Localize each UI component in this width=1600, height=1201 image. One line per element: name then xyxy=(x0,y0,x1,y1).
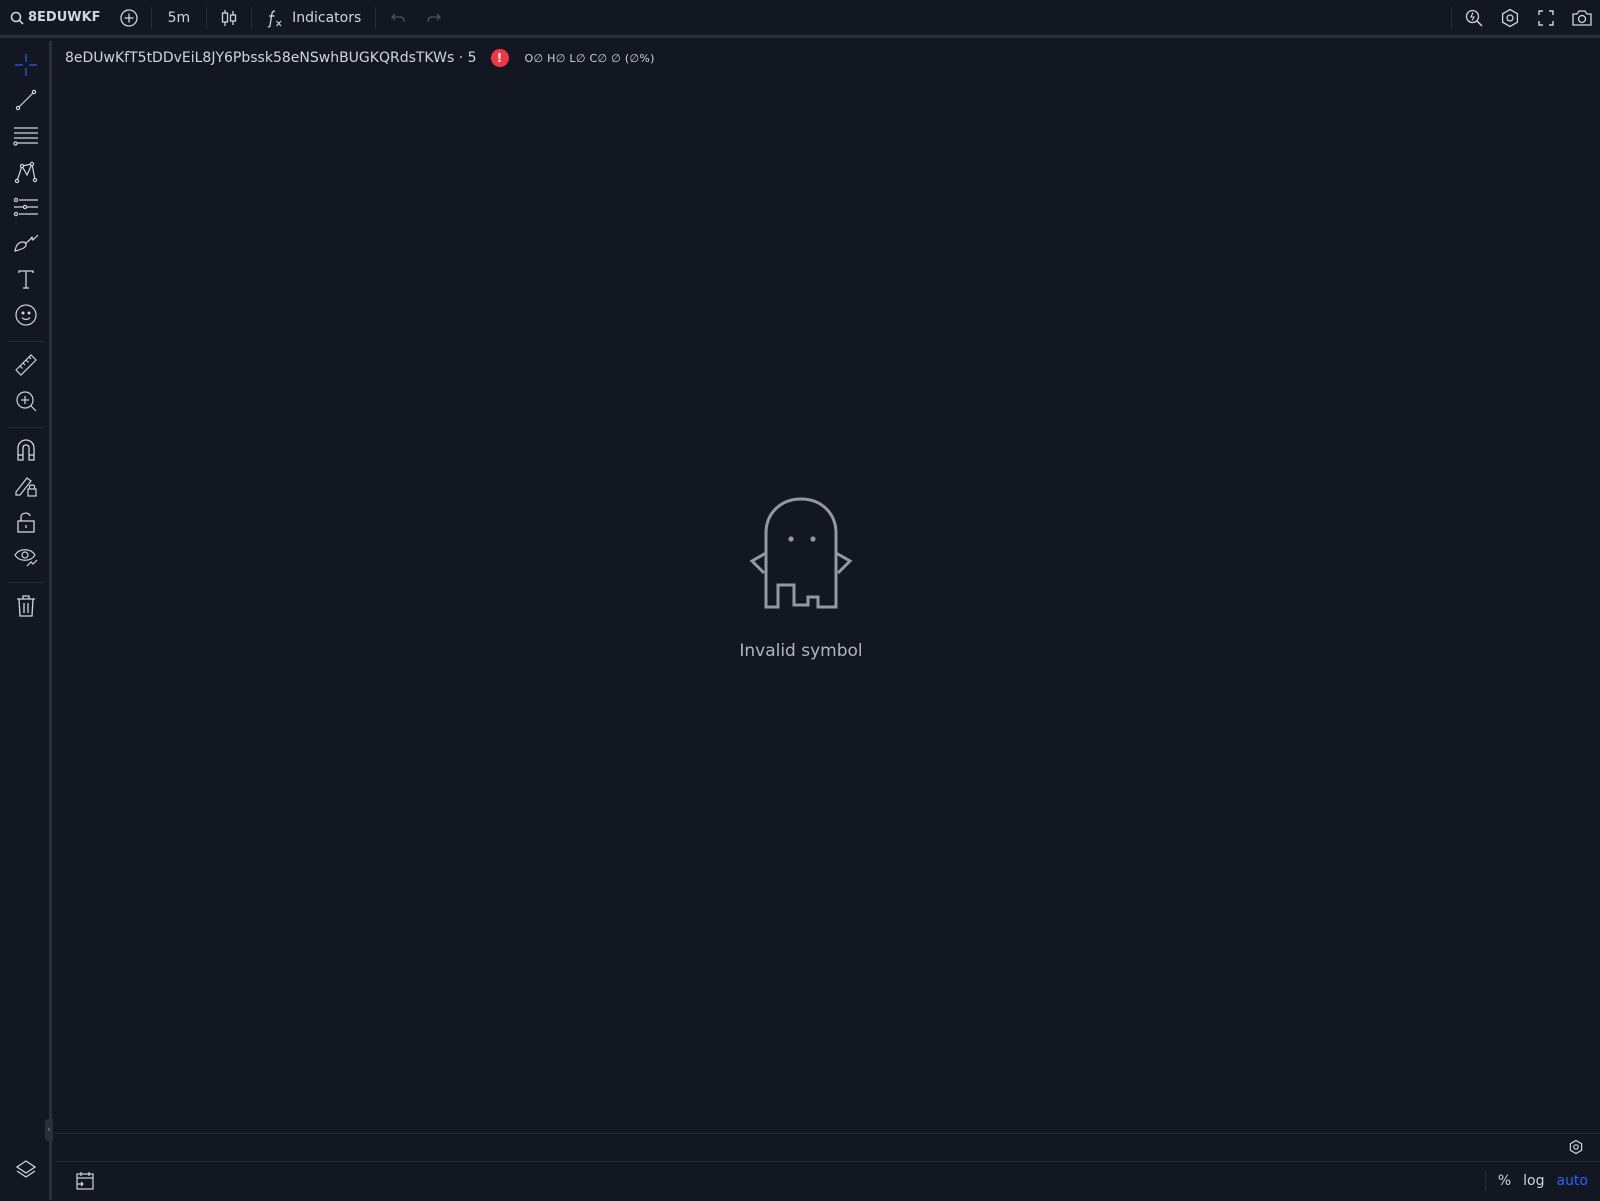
chart-pane[interactable]: 8eDUwKfT5tDDvEiL8JY6Pbssk58eNSwhBUGKQRds… xyxy=(55,41,1600,1134)
ruler-icon xyxy=(13,352,39,378)
redo-button[interactable] xyxy=(416,0,452,37)
snapshot-button[interactable] xyxy=(1564,0,1600,37)
auto-scale-toggle[interactable]: auto xyxy=(1550,1173,1600,1189)
series-legend: 8eDUwKfT5tDDvEiL8JY6Pbssk58eNSwhBUGKQRds… xyxy=(65,49,655,67)
toolbar-divider xyxy=(8,582,44,583)
candlestick-icon xyxy=(220,8,238,28)
collapse-toolbar-button[interactable]: ‹ xyxy=(45,1119,53,1141)
text-tool-button[interactable] xyxy=(8,263,44,295)
toolbar-right-group xyxy=(1447,0,1600,37)
search-icon xyxy=(10,11,24,25)
emoji-tool-button[interactable] xyxy=(8,299,44,331)
chart-type-button[interactable] xyxy=(211,0,247,37)
magnet-mode-button[interactable] xyxy=(8,434,44,466)
undo-icon xyxy=(390,12,406,24)
unlock-icon xyxy=(15,510,37,534)
undo-button[interactable] xyxy=(380,0,416,37)
log-scale-toggle[interactable]: log xyxy=(1517,1173,1550,1189)
bottom-toolbar: % log auto xyxy=(55,1161,1600,1200)
camera-icon xyxy=(1571,9,1593,27)
toolbar-divider xyxy=(8,341,44,342)
trend-line-icon xyxy=(14,88,38,112)
measure-tool-button[interactable] xyxy=(8,349,44,381)
remove-drawings-button[interactable] xyxy=(8,590,44,622)
toolbar-divider xyxy=(206,6,208,29)
chevron-left-icon: ‹ xyxy=(47,1125,51,1135)
indicators-button[interactable]: Indicators xyxy=(256,0,371,37)
eye-icon xyxy=(13,545,39,569)
prediction-icon xyxy=(13,195,39,219)
percent-scale-toggle[interactable]: % xyxy=(1492,1173,1517,1189)
zoom-tool-button[interactable] xyxy=(8,385,44,417)
brush-tool-button[interactable] xyxy=(8,227,44,259)
toolbar-divider xyxy=(150,6,152,29)
time-axis[interactable] xyxy=(55,1133,1600,1161)
symbol-search-button[interactable]: 8EDUWKF xyxy=(0,0,111,37)
legend-ohlc-values: O∅ H∅ L∅ C∅ ∅ (∅%) xyxy=(524,51,655,65)
stay-in-drawing-mode-button[interactable] xyxy=(8,470,44,502)
compare-symbol-button[interactable] xyxy=(111,0,147,37)
top-toolbar: 8EDUWKF 5m Indicators xyxy=(0,0,1600,38)
toolbar-divider xyxy=(251,6,253,29)
toolbar-divider xyxy=(375,6,377,29)
scale-options: % log auto xyxy=(1484,1162,1600,1201)
gear-icon xyxy=(1568,1139,1584,1155)
ghost-icon xyxy=(746,495,856,615)
redo-icon xyxy=(426,12,442,24)
exclamation-icon: ! xyxy=(496,51,503,65)
legend-symbol-title[interactable]: 8eDUwKfT5tDDvEiL8JY6Pbssk58eNSwhBUGKQRds… xyxy=(65,50,477,66)
toolbar-divider xyxy=(1451,6,1452,29)
fib-retracement-icon xyxy=(13,124,39,148)
interval-button[interactable]: 5m xyxy=(156,0,203,37)
lock-drawings-button[interactable] xyxy=(8,506,44,538)
flash-search-icon xyxy=(1464,8,1484,28)
lock-drawing-icon xyxy=(13,474,39,498)
empty-state-message: Invalid symbol xyxy=(739,641,863,661)
drawing-toolbar: ‹ xyxy=(0,41,53,1200)
go-to-date-button[interactable] xyxy=(67,1163,103,1199)
crosshair-tool-button[interactable] xyxy=(8,49,44,81)
settings-button[interactable] xyxy=(1492,0,1528,37)
pattern-tool-button[interactable] xyxy=(8,156,44,188)
fullscreen-button[interactable] xyxy=(1528,0,1564,37)
crosshair-icon xyxy=(14,53,38,77)
quick-search-button[interactable] xyxy=(1456,0,1492,37)
toolbar-divider xyxy=(8,427,44,428)
axis-settings-button[interactable] xyxy=(1568,1139,1584,1155)
hide-drawings-button[interactable] xyxy=(8,541,44,573)
add-circle-icon xyxy=(119,8,139,28)
magnet-icon xyxy=(15,438,37,462)
fib-tool-button[interactable] xyxy=(8,120,44,152)
brush-icon xyxy=(13,231,39,255)
object-tree-button[interactable] xyxy=(8,1153,44,1187)
trend-line-tool-button[interactable] xyxy=(8,84,44,116)
invalid-symbol-state: Invalid symbol xyxy=(55,495,1547,661)
text-icon xyxy=(14,267,38,291)
prediction-tool-button[interactable] xyxy=(8,191,44,223)
emoji-icon xyxy=(14,303,38,327)
zoom-in-icon xyxy=(14,389,38,413)
error-badge[interactable]: ! xyxy=(490,49,509,67)
gear-icon xyxy=(1500,8,1520,28)
toolbar-divider xyxy=(1484,1171,1486,1191)
function-icon xyxy=(266,8,284,28)
fullscreen-icon xyxy=(1537,9,1555,27)
layers-icon xyxy=(14,1158,38,1182)
trash-icon xyxy=(15,594,37,618)
symbol-label: 8EDUWKF xyxy=(28,10,101,25)
pattern-icon xyxy=(14,160,38,184)
calendar-icon xyxy=(74,1170,96,1192)
indicators-label: Indicators xyxy=(292,9,362,26)
